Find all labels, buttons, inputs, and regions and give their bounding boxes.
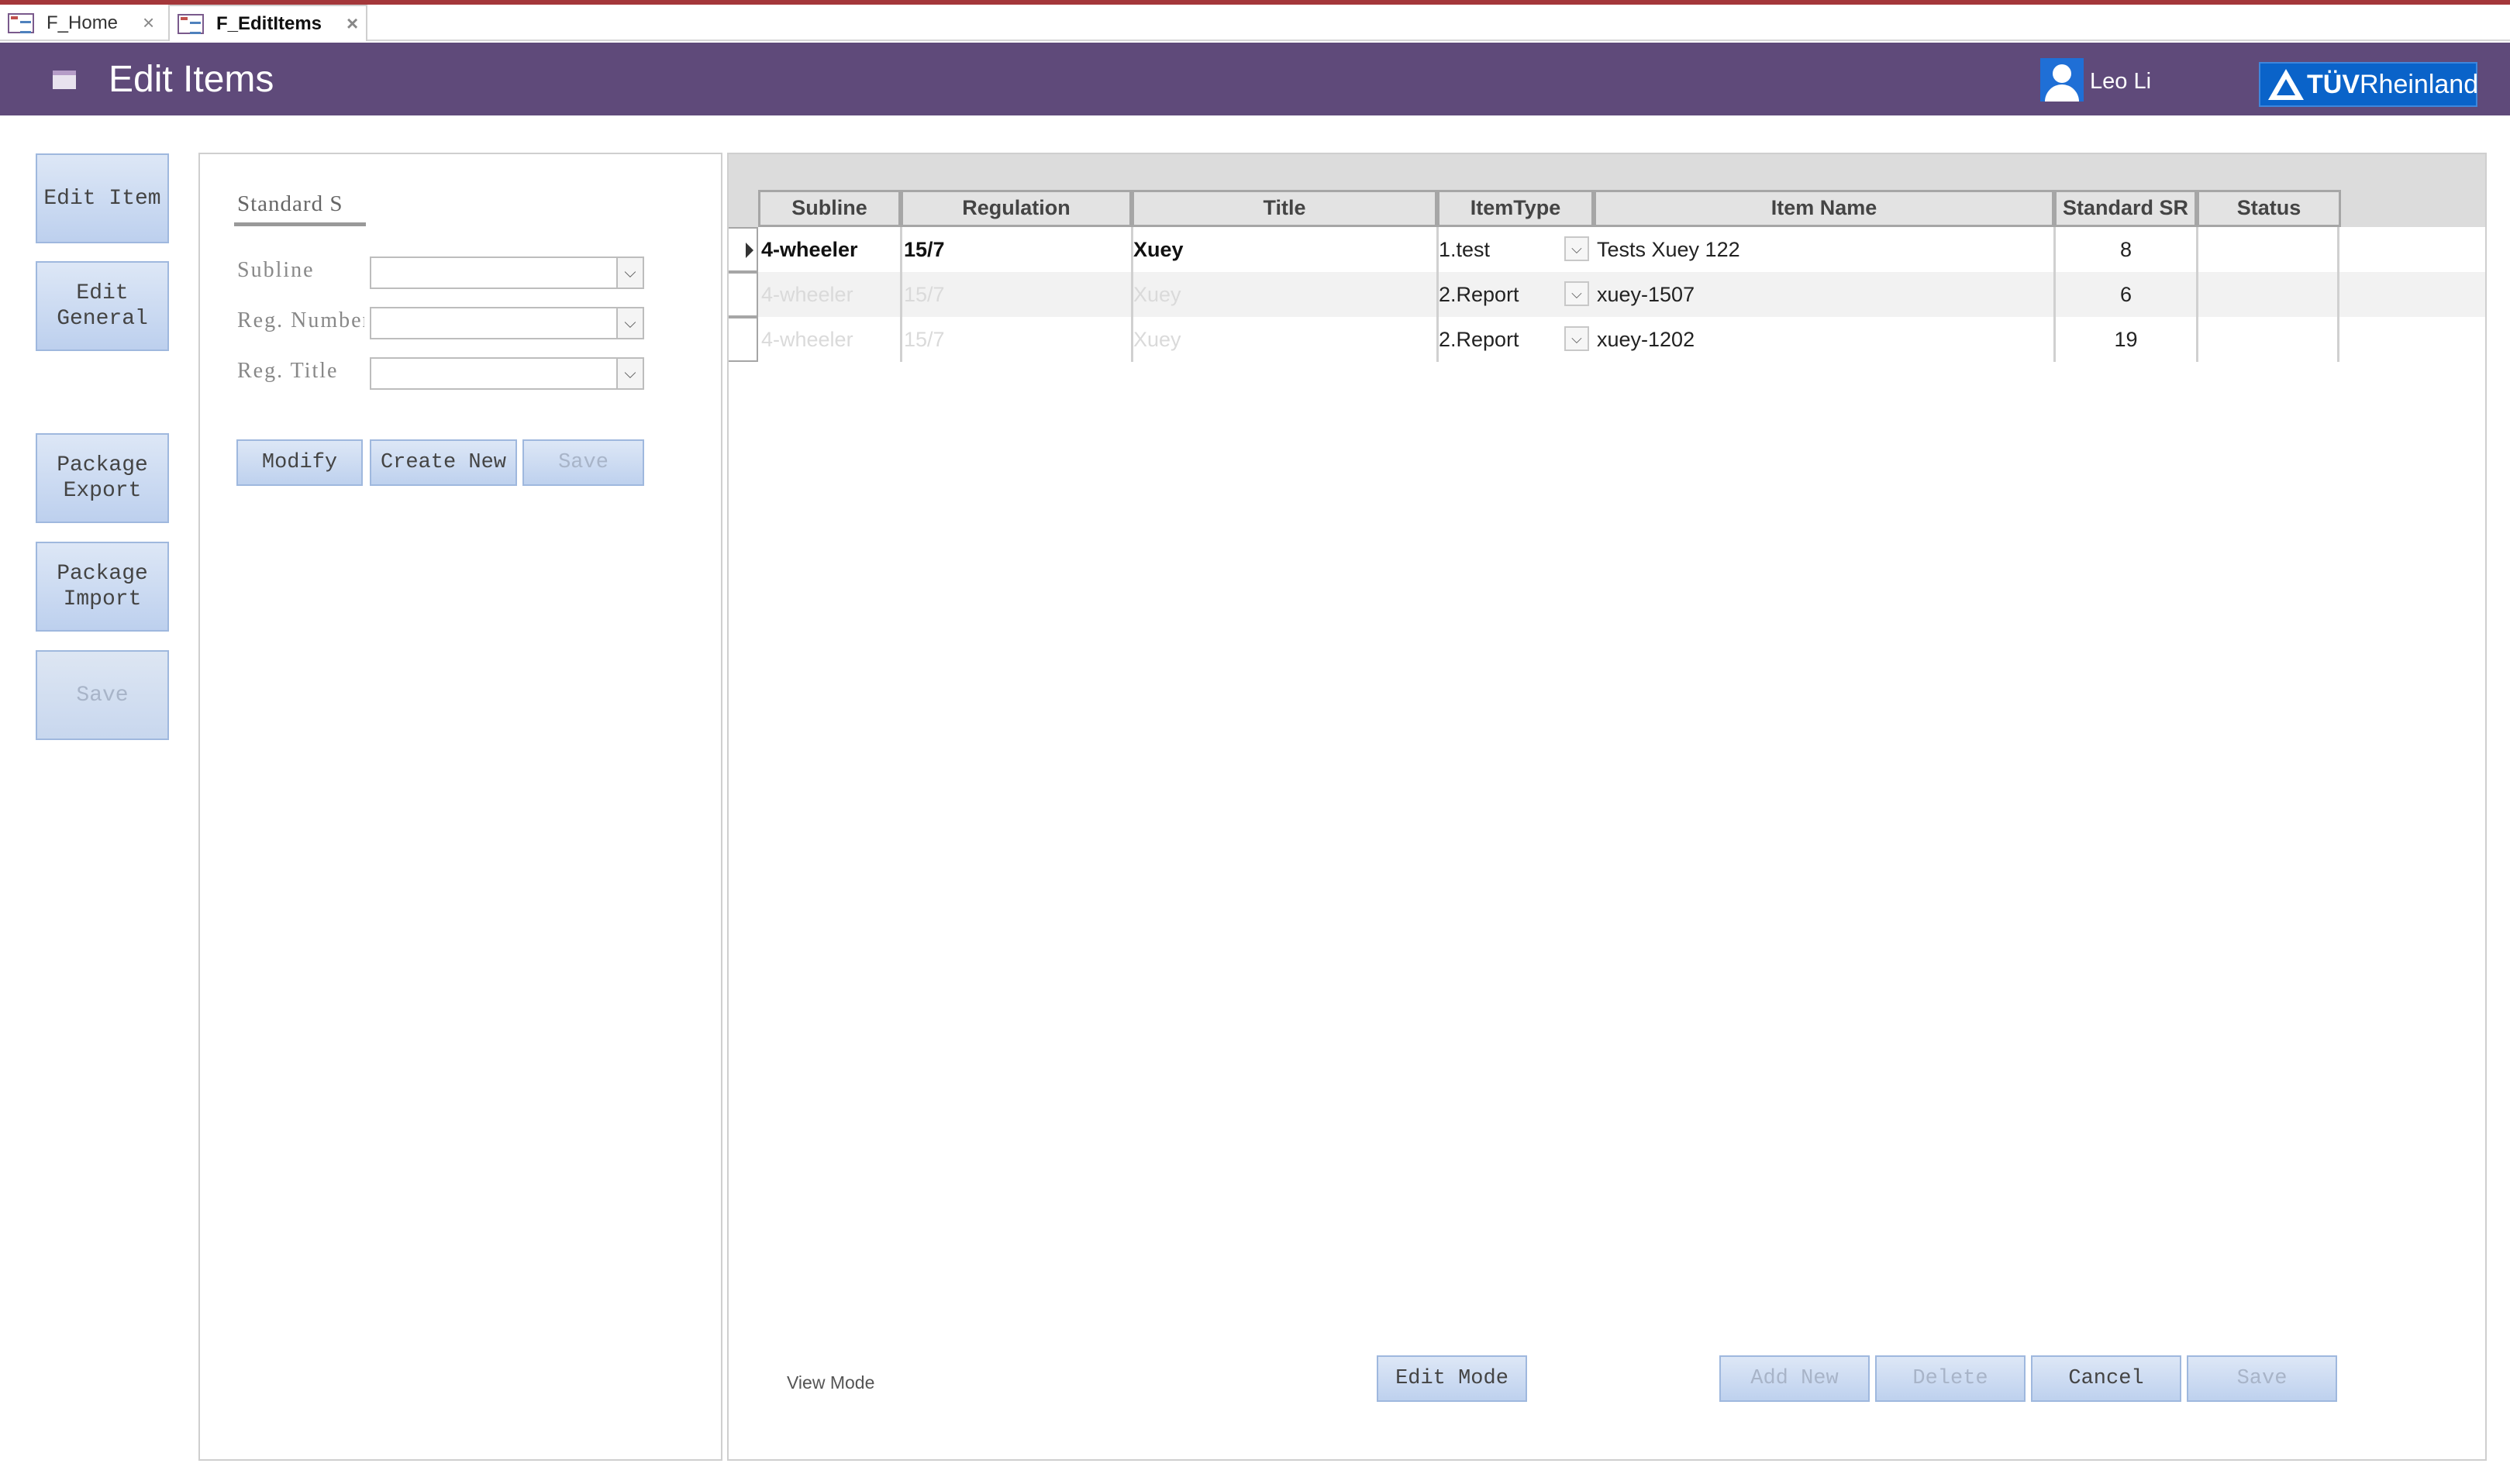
subline-combobox[interactable]: ⌵ <box>370 257 644 289</box>
chevron-down-icon[interactable]: ⌵ <box>616 258 643 288</box>
cell-status[interactable] <box>2198 227 2339 272</box>
cell-title[interactable]: Xuey <box>1133 272 1439 317</box>
filter-heading: Standard S <box>237 191 343 216</box>
cell-regulation[interactable]: 15/7 <box>904 272 1133 317</box>
triangle-logo-icon <box>2268 69 2304 100</box>
view-mode-label: View Mode <box>787 1372 875 1393</box>
cell-item-name[interactable]: Tests Xuey 122 <box>1597 227 2056 272</box>
row-selector[interactable] <box>729 227 758 272</box>
form-icon <box>178 13 204 34</box>
logo-text-tuv: TÜV <box>2307 69 2360 99</box>
logo-text-rheinland: Rheinland <box>2360 69 2479 99</box>
reg-title-label: Reg. Title <box>237 359 339 383</box>
tab-f-edititems[interactable]: F_EditItems × <box>168 5 367 41</box>
subline-label: Subline <box>237 258 315 282</box>
column-header-itemtype[interactable]: ItemType <box>1437 190 1594 227</box>
filter-panel: Standard S Subline ⌵ Reg. Number ⌵ Reg. … <box>198 153 722 1461</box>
column-header-regulation[interactable]: Regulation <box>901 190 1132 227</box>
chevron-down-icon[interactable]: ⌵ <box>1564 236 1589 261</box>
form-icon <box>53 71 76 89</box>
cell-itemtype[interactable]: 2.Report <box>1439 272 1563 317</box>
package-export-button[interactable]: Package Export <box>36 433 169 523</box>
close-icon[interactable]: × <box>347 12 358 36</box>
cell-standard-sr[interactable]: 19 <box>2056 317 2198 362</box>
create-new-button[interactable]: Create New <box>370 439 517 486</box>
nav-save-button[interactable]: Save <box>36 650 169 740</box>
modify-button[interactable]: Modify <box>236 439 363 486</box>
user-icon <box>2040 58 2084 102</box>
current-record-icon <box>746 243 753 258</box>
cell-subline[interactable]: 4-wheeler <box>761 317 902 362</box>
cell-subline[interactable]: 4-wheeler <box>761 272 902 317</box>
tab-f-home[interactable]: F_Home × <box>0 5 167 41</box>
chevron-down-icon[interactable]: ⌵ <box>1564 326 1589 351</box>
tuv-rheinland-logo: TÜV Rheinland <box>2259 62 2479 107</box>
reg-number-combobox[interactable]: ⌵ <box>370 307 644 339</box>
cell-title[interactable]: Xuey <box>1133 317 1439 362</box>
filter-save-button[interactable]: Save <box>522 439 644 486</box>
cell-regulation[interactable]: 15/7 <box>904 227 1133 272</box>
items-grid-panel: Subline Regulation Title ItemType Item N… <box>727 153 2487 1461</box>
cell-item-name[interactable]: xuey-1507 <box>1597 272 2056 317</box>
cell-standard-sr[interactable]: 8 <box>2056 227 2198 272</box>
row-selector[interactable] <box>729 317 758 362</box>
cell-standard-sr[interactable]: 6 <box>2056 272 2198 317</box>
chevron-down-icon[interactable]: ⌵ <box>616 359 643 388</box>
package-import-button[interactable]: Package Import <box>36 542 169 632</box>
page-title: Edit Items <box>109 59 274 100</box>
close-icon[interactable]: × <box>143 11 154 35</box>
document-tab-strip: F_Home × F_EditItems × <box>0 5 2510 41</box>
edit-general-button[interactable]: Edit General <box>36 261 169 351</box>
tab-label: F_EditItems <box>216 12 322 34</box>
add-new-button[interactable]: Add New <box>1719 1355 1870 1402</box>
reg-title-combobox[interactable]: ⌵ <box>370 357 644 390</box>
column-header-subline[interactable]: Subline <box>758 190 901 227</box>
cell-status[interactable] <box>2198 272 2339 317</box>
delete-button[interactable]: Delete <box>1875 1355 2026 1402</box>
edit-item-button[interactable]: Edit Item <box>36 153 169 243</box>
column-header-standard-sr[interactable]: Standard SR <box>2054 190 2197 227</box>
cell-regulation[interactable]: 15/7 <box>904 317 1133 362</box>
cell-item-name[interactable]: xuey-1202 <box>1597 317 2056 362</box>
cell-subline[interactable]: 4-wheeler <box>761 227 902 272</box>
chevron-down-icon[interactable]: ⌵ <box>1564 281 1589 306</box>
cell-title[interactable]: Xuey <box>1133 227 1439 272</box>
heading-underline <box>234 222 366 226</box>
cell-status[interactable] <box>2198 317 2339 362</box>
cancel-button[interactable]: Cancel <box>2031 1355 2181 1402</box>
row-selector[interactable] <box>729 272 758 317</box>
cell-itemtype[interactable]: 1.test <box>1439 227 1563 272</box>
form-header: Edit Items Leo Li TÜV Rheinland <box>0 43 2510 115</box>
tab-label: F_Home <box>47 12 119 33</box>
user-name: Leo Li <box>2090 69 2152 94</box>
chevron-down-icon[interactable]: ⌵ <box>616 308 643 338</box>
form-icon <box>8 12 34 33</box>
column-header-item-name[interactable]: Item Name <box>1594 190 2054 227</box>
reg-number-label: Reg. Number <box>237 308 364 332</box>
cell-itemtype[interactable]: 2.Report <box>1439 317 1563 362</box>
edit-mode-button[interactable]: Edit Mode <box>1377 1355 1527 1402</box>
grid-save-button[interactable]: Save <box>2187 1355 2337 1402</box>
column-header-title[interactable]: Title <box>1132 190 1437 227</box>
column-header-status[interactable]: Status <box>2197 190 2341 227</box>
